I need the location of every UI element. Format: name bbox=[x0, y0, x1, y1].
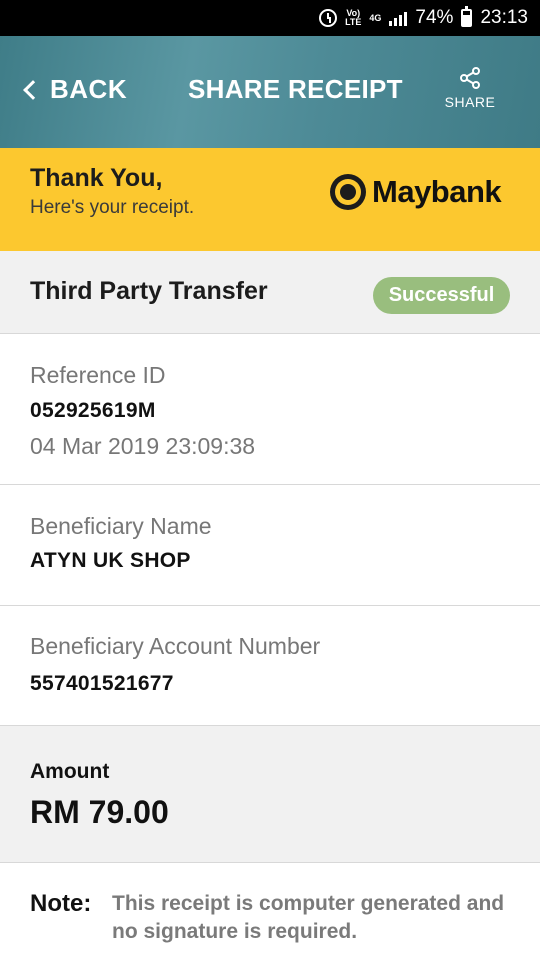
page-title: SHARE RECEIPT bbox=[188, 74, 403, 104]
volte-indicator: Vo) LTE bbox=[345, 9, 361, 27]
beneficiary-account-section: Beneficiary Account Number 557401521677 bbox=[0, 606, 540, 726]
amount-label: Amount bbox=[30, 760, 110, 783]
volte-bottom-text: LTE bbox=[345, 17, 362, 27]
amount-section: Amount RM 79.00 bbox=[0, 726, 540, 863]
thank-you-banner: Thank You, Here's your receipt. Maybank bbox=[0, 148, 540, 251]
brand-name: Maybank bbox=[372, 174, 502, 209]
chevron-left-icon bbox=[23, 80, 43, 100]
status-badge: Successful bbox=[373, 277, 510, 314]
app-header: BACK SHARE RECEIPT SHARE bbox=[0, 36, 540, 148]
status-icons: Vo) LTE 4G 74% 23:13 bbox=[319, 0, 528, 36]
beneficiary-account-value: 557401521677 bbox=[30, 672, 174, 695]
transaction-datetime: 04 Mar 2019 23:09:38 bbox=[30, 433, 256, 459]
battery-icon bbox=[461, 6, 473, 27]
back-label: BACK bbox=[50, 74, 128, 104]
amount-value: RM 79.00 bbox=[30, 794, 169, 830]
alarm-icon bbox=[319, 9, 338, 27]
share-button[interactable]: SHARE bbox=[442, 66, 498, 110]
battery-percent: 74% bbox=[415, 7, 454, 28]
note-label: Note: bbox=[30, 890, 92, 917]
beneficiary-name-label: Beneficiary Name bbox=[30, 513, 212, 539]
transaction-type: Third Party Transfer bbox=[30, 277, 268, 305]
back-button[interactable]: BACK bbox=[23, 74, 128, 105]
reference-id: 052925619M bbox=[30, 399, 156, 422]
signal-icon bbox=[389, 10, 408, 26]
note-text: This receipt is computer generated and n… bbox=[112, 892, 505, 943]
receipt-subtitle: Here's your receipt. bbox=[30, 197, 195, 218]
share-label: SHARE bbox=[444, 94, 496, 110]
share-icon bbox=[460, 67, 480, 89]
transaction-type-row: Third Party Transfer Successful bbox=[0, 251, 540, 334]
thank-you-heading: Thank You, bbox=[30, 164, 163, 192]
tiger-emblem-icon bbox=[330, 174, 366, 210]
network-type: 4G bbox=[369, 12, 382, 23]
note-section: Note: This receipt is computer generated… bbox=[0, 863, 540, 960]
maybank-logo: Maybank bbox=[330, 174, 502, 210]
reference-label: Reference ID bbox=[30, 362, 166, 388]
beneficiary-name-value: ATYN UK SHOP bbox=[30, 549, 191, 572]
beneficiary-account-label: Beneficiary Account Number bbox=[30, 633, 321, 659]
status-bar: Vo) LTE 4G 74% 23:13 bbox=[0, 0, 540, 36]
beneficiary-name-section: Beneficiary Name ATYN UK SHOP bbox=[0, 485, 540, 606]
status-time: 23:13 bbox=[480, 7, 528, 28]
reference-section: Reference ID 052925619M 04 Mar 2019 23:0… bbox=[0, 334, 540, 485]
